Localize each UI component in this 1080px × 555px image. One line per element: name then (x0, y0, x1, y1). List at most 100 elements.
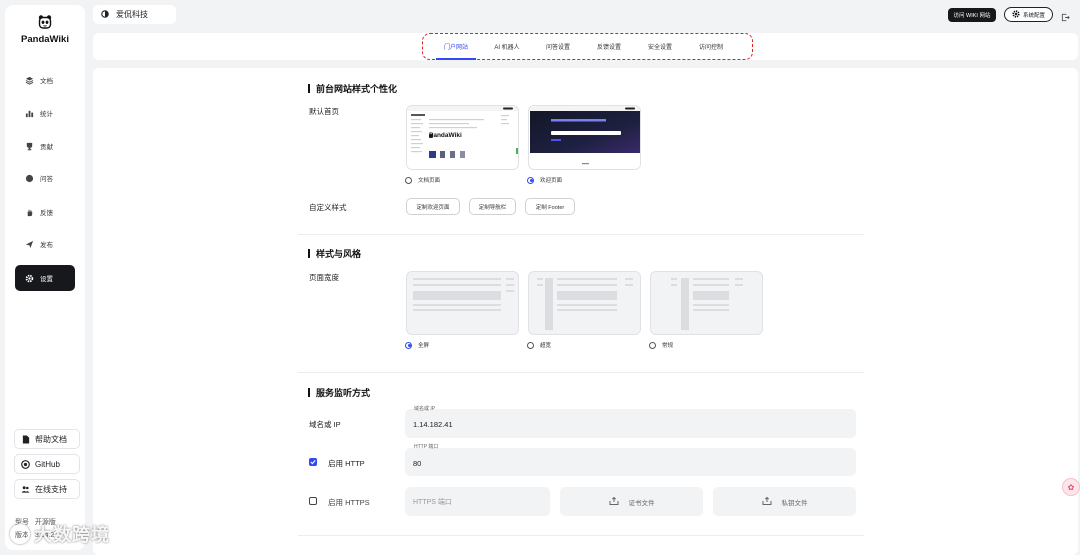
sidebar-item-stats[interactable]: 统计 (15, 100, 75, 126)
http-port-field[interactable] (405, 448, 856, 476)
kb-logo-icon (101, 9, 109, 20)
send-icon (24, 239, 34, 249)
app-name: PandaWiki (21, 34, 69, 45)
page-width-label: 页面宽度 (309, 273, 339, 282)
section-divider (298, 234, 864, 235)
https-checkbox[interactable] (309, 497, 317, 505)
logout-icon[interactable] (1061, 9, 1070, 27)
custom-style-label: 自定义样式 (309, 203, 347, 212)
welcome-page-preview[interactable] (528, 105, 641, 170)
doc-page-preview-graphic (407, 106, 518, 158)
cert-file-label: 证书文件 (628, 499, 655, 507)
sidebar-item-label: 反馈 (40, 210, 53, 217)
knowledge-base-selector[interactable]: 爱侃科技 (93, 5, 176, 24)
tabs-highlight-outline (422, 33, 753, 60)
sidebar-item-docs[interactable]: 文档 (15, 67, 75, 93)
section-title-portal: 前台网站样式个性化 (308, 82, 397, 95)
sidebar-item-settings[interactable]: 设置 (15, 265, 75, 291)
sidebar-item-qa[interactable]: 问答 (15, 165, 75, 191)
width-option-label: 全屏 (418, 343, 430, 349)
width-option-wide[interactable]: 超宽 (527, 341, 551, 349)
home-option-label: 欢迎页面 (540, 178, 563, 184)
width-wide-graphic (537, 278, 633, 330)
sidebar-item-label: 问答 (40, 176, 53, 183)
domain-value: 1.14.182.41 (413, 420, 453, 429)
check-icon (310, 460, 316, 465)
width-fullscreen-preview[interactable] (406, 271, 519, 335)
https-label: 启用 HTTPS (328, 498, 370, 507)
domain-field[interactable] (405, 409, 856, 438)
width-option-label: 常规 (662, 343, 674, 349)
default-home-label: 默认首页 (309, 107, 339, 116)
doc-preview-title: PandaWiki (429, 132, 462, 139)
document-icon (21, 434, 30, 444)
gear-icon (1012, 9, 1020, 20)
sidebar-item-label: 设置 (40, 276, 53, 283)
help-docs-label: 帮助文档 (35, 434, 67, 444)
online-support-label: 在线支持 (35, 484, 67, 494)
section-divider (298, 372, 864, 373)
watermark-logo-icon (10, 524, 30, 544)
sidebar-item-label: 文档 (40, 78, 53, 85)
chat-icon (24, 173, 34, 183)
customize-footer-button[interactable]: 定制 Footer (525, 198, 575, 215)
radio-dot (527, 341, 534, 349)
section-title-style: 样式与风格 (308, 247, 361, 260)
doc-page-preview[interactable]: PandaWiki (406, 105, 519, 170)
http-port-label: HTTP 端口 (414, 444, 439, 450)
sidebar-item-publish[interactable]: 发布 (15, 231, 75, 257)
system-config-label: 系统配置 (1022, 12, 1045, 19)
section-divider (298, 535, 864, 536)
help-docs-button[interactable]: 帮助文档 (14, 429, 80, 449)
width-option-normal[interactable]: 常规 (649, 341, 673, 349)
width-wide-preview[interactable] (528, 271, 641, 335)
home-option-welcome-page[interactable]: 欢迎页面 (527, 176, 562, 184)
welcome-page-preview-graphic (529, 106, 640, 165)
sidebar-item-label: 贡献 (40, 144, 53, 151)
panda-logo-icon (38, 15, 52, 29)
http-label: 启用 HTTP (328, 459, 365, 468)
domain-label: 域名或 IP (309, 420, 341, 429)
hand-icon (24, 207, 34, 217)
github-label: GitHub (35, 459, 60, 469)
upload-icon (609, 496, 619, 507)
github-icon (21, 459, 30, 469)
customize-navbar-button[interactable]: 定制导航栏 (469, 198, 516, 215)
width-option-fullscreen[interactable]: 全屏 (405, 341, 429, 349)
floating-assistant-icon[interactable]: ✿ (1062, 478, 1080, 496)
sidebar-item-feedback[interactable]: 反馈 (15, 199, 75, 225)
width-option-label: 超宽 (540, 343, 552, 349)
radio-dot (649, 341, 656, 349)
sidebar-item-label: 统计 (40, 111, 53, 118)
bar-chart-icon (24, 108, 34, 118)
radio-dot (405, 176, 412, 184)
kb-name: 爱侃科技 (116, 10, 148, 19)
width-normal-preview[interactable] (650, 271, 763, 335)
width-normal-graphic (671, 278, 743, 330)
layers-icon (24, 75, 34, 85)
cert-file-upload[interactable]: 证书文件 (560, 487, 703, 516)
app-logo: PandaWiki (5, 14, 85, 45)
radio-dot-selected (405, 341, 412, 349)
customize-welcome-button[interactable]: 定制欢迎页面 (406, 198, 460, 215)
http-checkbox[interactable] (309, 458, 317, 466)
https-port-placeholder: HTTPS 端口 (413, 499, 452, 506)
home-option-label: 文档页面 (418, 178, 441, 184)
gear-icon (24, 273, 34, 283)
upload-icon (762, 496, 772, 507)
watermark-text: 大数跨境 (34, 525, 110, 545)
key-file-upload[interactable]: 私钥文件 (713, 487, 856, 516)
radio-dot-selected (527, 176, 534, 184)
section-title-listen: 服务监听方式 (308, 386, 370, 399)
system-config-button[interactable]: 系统配置 (1004, 7, 1053, 22)
visit-wiki-button[interactable]: 访问 WIKI 网站 (948, 8, 996, 22)
github-button[interactable]: GitHub (14, 454, 80, 474)
online-support-button[interactable]: 在线支持 (14, 479, 80, 499)
domain-field-label: 域名或 IP (414, 406, 436, 412)
sidebar: PandaWiki 文档 统计 贡献 问答 反馈 发布 设置 帮助文档 GitH… (5, 5, 85, 550)
watermark: 大数跨境 (10, 521, 110, 547)
sidebar-item-label: 发布 (40, 242, 53, 249)
home-option-doc-page[interactable]: 文档页面 (405, 176, 440, 184)
sidebar-item-contribution[interactable]: 贡献 (15, 133, 75, 159)
key-file-label: 私钥文件 (781, 499, 808, 507)
